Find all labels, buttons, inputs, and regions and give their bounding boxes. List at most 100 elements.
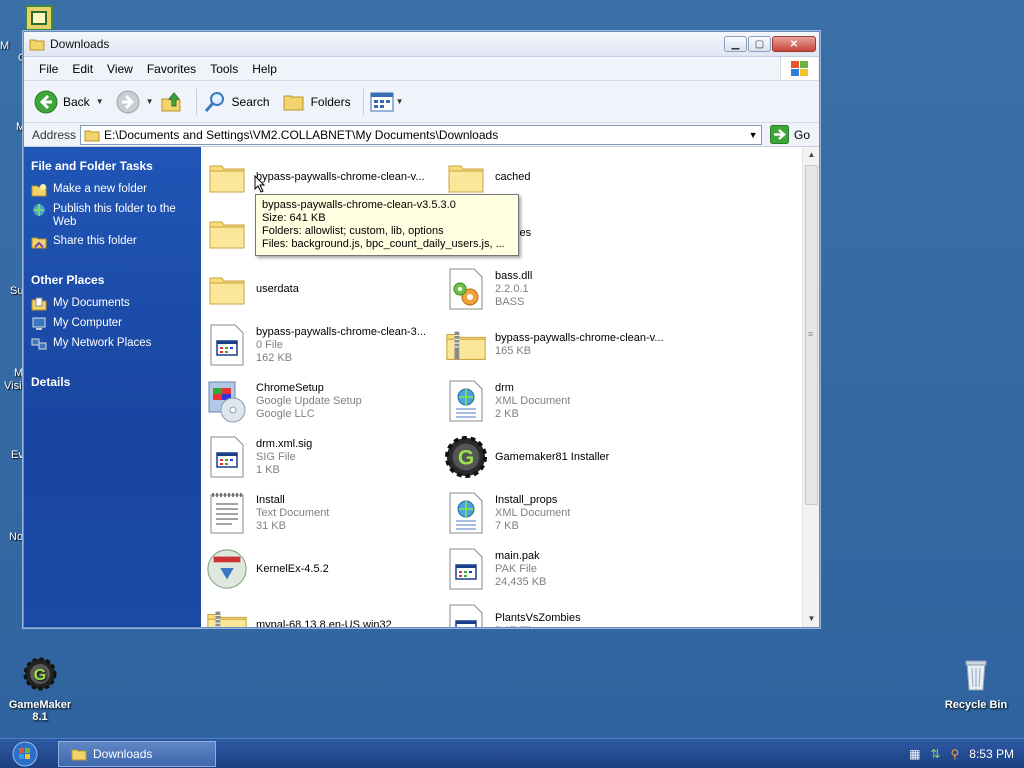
up-folder-icon	[161, 91, 181, 111]
window-title: Downloads	[50, 37, 110, 51]
desktop-icon-recycle-bin[interactable]: Recycle Bin	[936, 656, 1016, 711]
generic-file-icon	[444, 602, 488, 627]
folders-button[interactable]: Folders	[282, 90, 351, 114]
folders-label: Folders	[310, 94, 351, 109]
search-icon	[204, 91, 224, 112]
place-label: My Computer	[53, 317, 123, 329]
tooltip-size: Size: 641 KB	[262, 212, 326, 224]
file-name: userdata	[256, 282, 299, 295]
file-item[interactable]: userdata	[205, 263, 440, 315]
desktop-cutoff-label: M	[14, 367, 24, 379]
file-item[interactable]: bypass-paywalls-chrome-clean-v... 165 KB	[444, 319, 679, 371]
windows-logo-icon	[780, 57, 818, 80]
file-item-text: mypal-68.13.8.en-US.win32	[256, 619, 392, 628]
file-item[interactable]: KernelEx-4.5.2	[205, 543, 440, 595]
close-button[interactable]: ✕	[772, 36, 816, 52]
menu-tools[interactable]: Tools	[203, 62, 245, 76]
desktop-cutoff-label: Su	[10, 285, 24, 297]
file-detail-1: PAK File	[495, 562, 537, 575]
file-name: bypass-paywalls-chrome-clean-v...	[495, 332, 664, 344]
file-name: drm	[495, 381, 514, 394]
file-item[interactable]: mypal-68.13.8.en-US.win32	[205, 599, 440, 627]
mouse-cursor-icon	[254, 175, 266, 193]
file-item[interactable]: main.pak PAK File 24,435 KB	[444, 543, 679, 595]
file-name: ChromeSetup	[256, 381, 324, 394]
clock[interactable]: 8:53 PM	[969, 747, 1014, 761]
menu-file[interactable]: File	[32, 62, 65, 76]
file-item[interactable]: bass.dll 2.2.0.1 BASS	[444, 263, 679, 315]
task-pane: File and Folder Tasks Make a new folder …	[24, 147, 201, 627]
go-button[interactable]: Go	[770, 125, 810, 144]
forward-button[interactable]: ▼	[116, 90, 154, 114]
minimize-button[interactable]: ▁	[724, 36, 747, 52]
file-folder-tasks-title[interactable]: File and Folder Tasks	[31, 159, 201, 173]
network-places-icon	[31, 338, 47, 350]
file-detail-2: BASS	[495, 295, 525, 308]
file-item-text: Gamemaker81 Installer	[495, 451, 609, 464]
address-label: Address	[32, 127, 77, 142]
desktop-cutoff-label: Ev	[11, 449, 24, 461]
file-detail-2: 7 KB	[495, 519, 519, 532]
scroll-down-icon[interactable]: ▼	[803, 611, 819, 627]
desktop-icon-label: Recycle Bin	[944, 699, 1008, 711]
title-bar[interactable]: Downloads ▁ ▢ ✕	[24, 32, 819, 57]
share-folder-link[interactable]: Share this folder	[31, 235, 201, 249]
publish-folder-link[interactable]: Publish this folder to the Web	[31, 203, 201, 229]
search-tray-icon[interactable]: ⚲	[951, 747, 960, 761]
other-places-title[interactable]: Other Places	[31, 273, 201, 287]
taskbar-downloads-button[interactable]: Downloads	[58, 740, 216, 767]
desktop-icon-gamemaker[interactable]: G GameMaker 8.1	[0, 656, 80, 723]
generic-file-icon	[205, 322, 249, 368]
file-name: cached	[495, 170, 531, 183]
file-item-text: main.pak PAK File 24,435 KB	[495, 550, 546, 589]
file-item[interactable]: drm.xml.sig SIG File 1 KB	[205, 431, 440, 483]
file-name: drm.xml.sig	[256, 437, 313, 450]
my-computer-link[interactable]: My Computer	[31, 317, 201, 331]
tooltip-title: bypass-paywalls-chrome-clean-v3.5.3.0	[262, 199, 456, 211]
file-item[interactable]: bypass-paywalls-chrome-clean-3... 0 File 1…	[205, 319, 440, 371]
file-name: PlantsVsZombies	[495, 612, 581, 624]
file-item[interactable]: PlantsVsZombiesDAT File	[444, 599, 679, 627]
zip-folder-icon	[205, 602, 249, 627]
chevron-down-icon[interactable]: ▼	[745, 130, 761, 140]
details-title[interactable]: Details	[31, 375, 201, 389]
address-input[interactable]: E:\Documents and Settings\VM2.COLLABNET\…	[80, 124, 763, 145]
views-button[interactable]: ▼	[370, 91, 404, 113]
xml-icon	[444, 378, 488, 424]
menu-help[interactable]: Help	[245, 62, 284, 76]
explorer-window: Downloads ▁ ▢ ✕ File Edit View Favorites…	[23, 31, 820, 628]
tooltip-files: Files: background.js, bpc_count_daily_us…	[262, 238, 505, 250]
file-detail-1: SIG File	[256, 450, 296, 463]
back-button[interactable]: Back ▼	[34, 90, 104, 114]
scroll-up-icon[interactable]: ▲	[803, 147, 819, 163]
file-detail-2: 2 KB	[495, 407, 519, 420]
file-item[interactable]: G Gamemaker81 Installer	[444, 431, 679, 483]
file-detail-1: DAT File	[495, 625, 581, 627]
menu-edit[interactable]: Edit	[65, 62, 100, 76]
keyboard-icon[interactable]: ▦	[909, 747, 920, 761]
menu-view[interactable]: View	[100, 62, 140, 76]
desktop-top-icon[interactable]	[25, 5, 53, 31]
publish-web-icon	[32, 203, 46, 217]
file-item[interactable]: drm XML Document 2 KB	[444, 375, 679, 427]
task-label: Publish this folder to the Web	[53, 203, 176, 228]
network-icon[interactable]: ⇅	[930, 747, 940, 761]
chevron-down-icon[interactable]: ▼	[396, 97, 404, 106]
search-button[interactable]: Search	[203, 90, 270, 114]
my-documents-link[interactable]: My Documents	[31, 297, 201, 311]
menu-favorites[interactable]: Favorites	[140, 62, 203, 76]
chevron-down-icon[interactable]: ▼	[96, 97, 104, 106]
file-item-text: userdata	[256, 283, 299, 296]
chevron-down-icon[interactable]: ▼	[146, 97, 154, 106]
up-folder-button[interactable]	[160, 90, 184, 114]
maximize-button[interactable]: ▢	[748, 36, 771, 52]
file-item[interactable]: ChromeSetup Google Update Setup Google LLC	[205, 375, 440, 427]
vertical-scrollbar[interactable]: ▲ ≡ ▼	[802, 147, 819, 627]
make-new-folder-link[interactable]: Make a new folder	[31, 183, 201, 197]
start-button[interactable]	[0, 739, 50, 768]
my-network-places-link[interactable]: My Network Places	[31, 337, 201, 351]
file-item[interactable]: Install_props XML Document 7 KB	[444, 487, 679, 539]
folder-icon	[205, 154, 249, 200]
file-detail-2: Google LLC	[256, 407, 315, 420]
file-item[interactable]: Install Text Document 31 KB	[205, 487, 440, 539]
